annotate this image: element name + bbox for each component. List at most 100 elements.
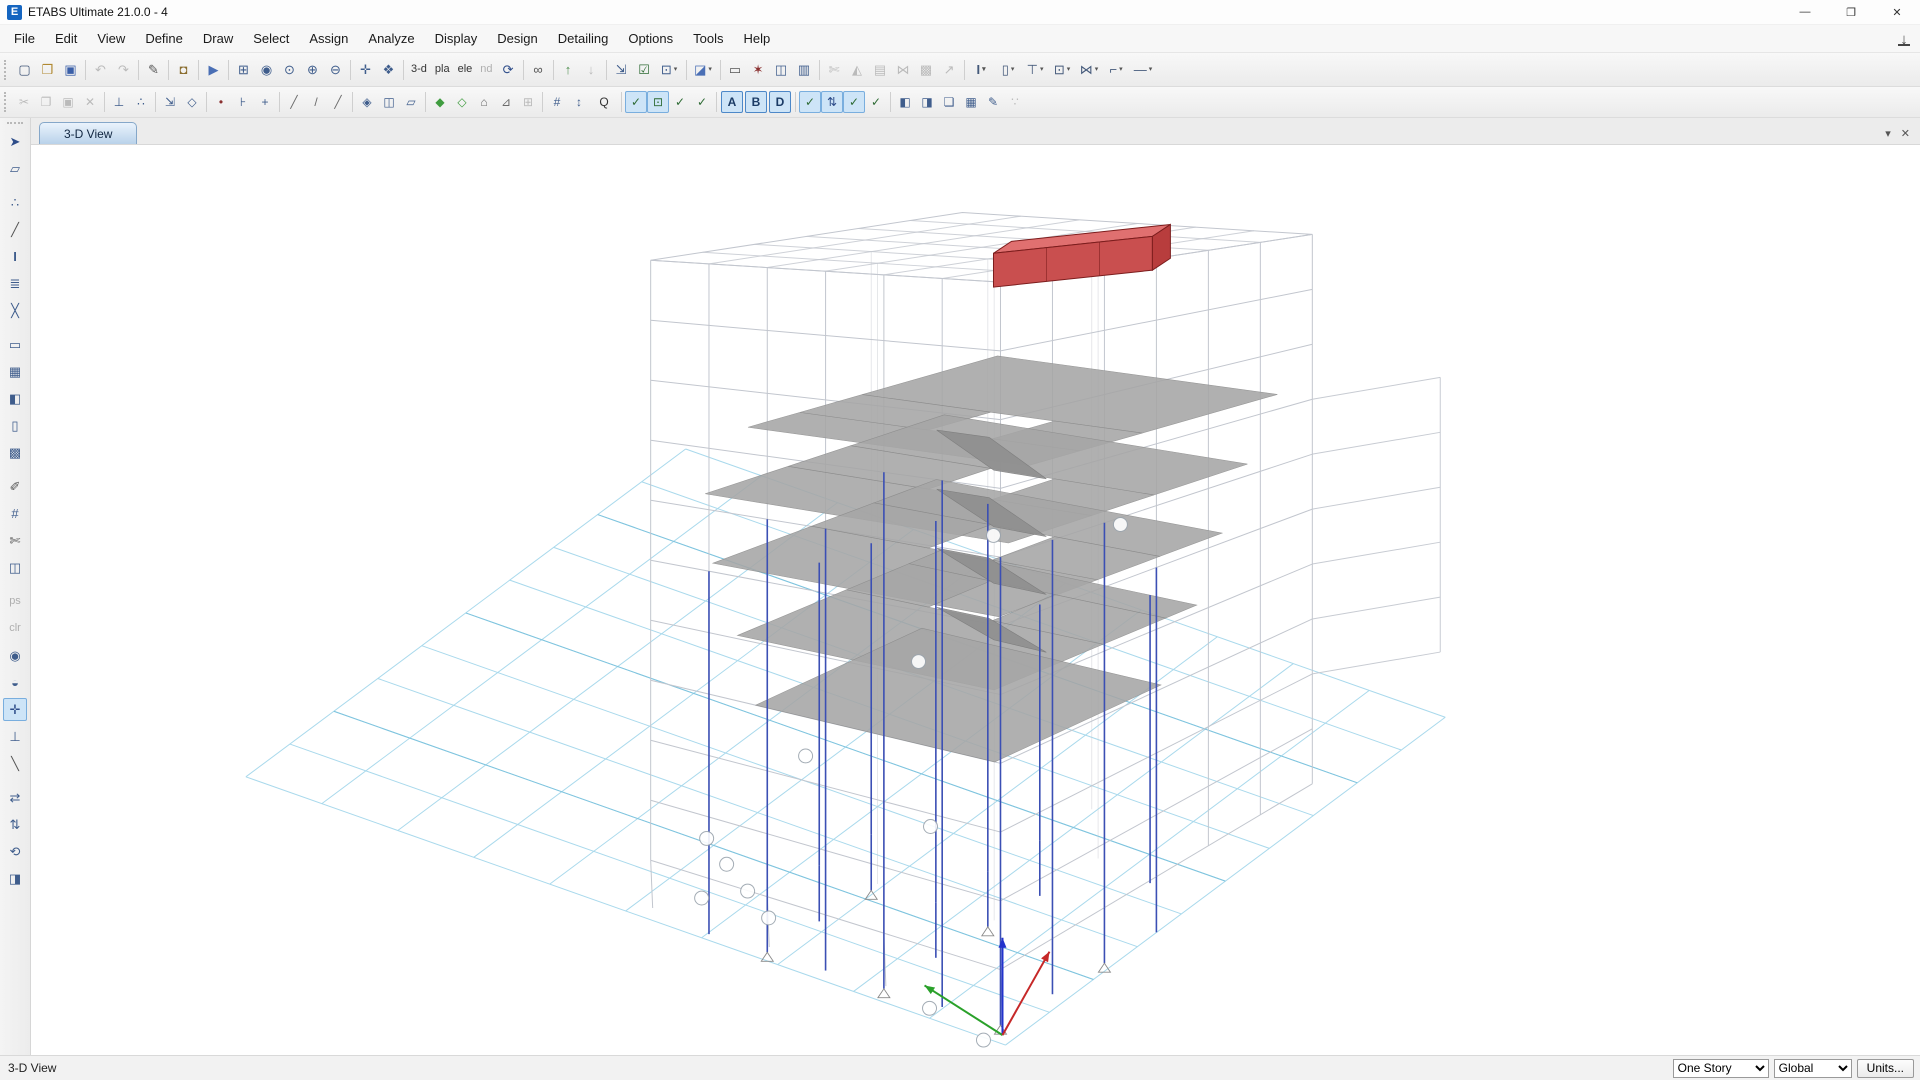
flip-horizontal-tool[interactable]: ⇄ [3,786,27,809]
add-column-dropdown[interactable]: I [968,58,995,81]
rubber-band-zoom-button[interactable]: ⊞ [232,58,255,81]
zoom-in-button[interactable]: ⊕ [301,58,324,81]
draw-section-cut-tool[interactable]: ✄ [3,529,27,552]
draw-floor-tool[interactable]: ▭ [3,333,27,356]
menu-draw[interactable]: Draw [193,27,243,50]
extend-frame-button[interactable]: ╱ [283,91,305,113]
draw-wall-tool[interactable]: ▯ [3,414,27,437]
snap-toggle-midpoints[interactable]: ⊡ [647,91,669,113]
snap-to-intersections-tool[interactable]: ✛ [3,698,27,721]
display-options-dropdown[interactable]: ⊡ [656,58,683,81]
menu-view[interactable]: View [87,27,135,50]
toggle-extrusion[interactable]: ⇅ [821,91,843,113]
flip-vertical-tool[interactable]: ⇅ [3,813,27,836]
join-frames-button[interactable]: + [254,91,276,113]
menu-display[interactable]: Display [425,27,488,50]
image-tool-button[interactable]: ▩ [915,58,938,81]
quick-draw-braces-tool[interactable]: ╳ [3,299,27,322]
snap-toggle-lines[interactable]: ✓ [691,91,713,113]
hatch-view-button[interactable]: ▦ [960,91,982,113]
redo-button[interactable]: ↷ [112,58,135,81]
menu-design[interactable]: Design [487,27,547,50]
zoom-story-button[interactable]: Q [590,91,618,113]
clr-tool[interactable]: clr [0,617,30,640]
grid-options-button[interactable]: # [546,91,568,113]
deck-tool-button[interactable]: ▤ [869,58,892,81]
merge-joints-button[interactable]: ⇲ [159,91,181,113]
quick-draw-beams-tool[interactable]: ≣ [3,272,27,295]
draw-rectangular-floor-tool[interactable]: ▦ [3,360,27,383]
coord-system-selector[interactable]: Global [1774,1059,1852,1078]
quick-draw-wall-tool[interactable]: ▩ [3,441,27,464]
paste-button[interactable]: ▣ [57,91,79,113]
undo-button[interactable]: ↶ [89,58,112,81]
point-info-button[interactable]: ∵ [1004,91,1026,113]
object-shrink-toggle-button[interactable]: ⇲ [610,58,633,81]
snap-to-joints-tool[interactable]: ◉ [3,644,27,667]
draw-dimension-line-tool[interactable]: ✐ [3,475,27,498]
menu-options[interactable]: Options [618,27,683,50]
edit-shape-button[interactable]: ◇ [181,91,203,113]
menu-select[interactable]: Select [243,27,299,50]
tab-close-icon[interactable]: ✕ [1901,127,1910,140]
section-cut-button[interactable]: ✄ [823,58,846,81]
quick-draw-floor-tool[interactable]: ◧ [3,387,27,410]
view-plan-button[interactable]: pla [431,58,454,81]
extrude-right-button[interactable]: ◨ [916,91,938,113]
snap-points-button[interactable]: ∴ [130,91,152,113]
edit-floor-button[interactable]: ◈ [356,91,378,113]
add-link-dropdown[interactable]: — [1130,58,1157,81]
new-model-button[interactable]: ▢ [13,58,36,81]
extrude-left-button[interactable]: ◧ [894,91,916,113]
show-axes-button[interactable]: ✶ [747,58,770,81]
previous-zoom-button[interactable]: ⊙ [278,58,301,81]
toggle-grid-lines[interactable]: ✓ [865,91,887,113]
view-named-button[interactable]: nd [476,58,496,81]
tab-list-chevron-icon[interactable]: ▾ [1885,127,1891,140]
offset-frame-button[interactable]: ╱ [327,91,349,113]
menu-assign[interactable]: Assign [299,27,358,50]
merge-areas-button[interactable]: ▱ [400,91,422,113]
frame-elevation-views-button[interactable]: ◫ [770,58,793,81]
rotate-3d-view-button[interactable]: ⟳ [497,58,520,81]
units-button[interactable]: Units... [1857,1059,1914,1078]
draw-null-area-button[interactable]: ▭ [724,58,747,81]
menu-file[interactable]: File [4,27,45,50]
snap-toggle-endpoints[interactable]: ✓ [625,91,647,113]
minimize-button[interactable]: — [1782,0,1828,24]
area-triangle-button[interactable]: ⊿ [495,91,517,113]
perspective-toggle-button[interactable]: ∞ [527,58,550,81]
transform-tool-button[interactable]: ↗ [938,58,961,81]
view-3d-button[interactable]: 3-d [407,58,431,81]
view-elevation-button[interactable]: ele [454,58,477,81]
save-model-button[interactable]: ▣ [59,58,82,81]
wall-stacks-button[interactable]: ▥ [793,58,816,81]
expand-shrink-areas-button[interactable]: ◫ [378,91,400,113]
bridge-link-tool-button[interactable]: ⋈ [892,58,915,81]
edit-model-button[interactable]: ✎ [142,58,165,81]
3d-model-view[interactable] [31,145,1920,1055]
add-area-by-click-button[interactable]: ◇ [451,91,473,113]
rotate-model-tool[interactable]: ⟲ [3,840,27,863]
delete-button[interactable]: ✕ [79,91,101,113]
windows-similar-button[interactable]: ⊞ [517,91,539,113]
tab-3d-view[interactable]: 3-D View [39,122,137,144]
show-assignments-b-button[interactable]: B [745,91,767,113]
menu-help[interactable]: Help [734,27,781,50]
area-polygon-button[interactable]: ⌂ [473,91,495,113]
toggle-area-fill[interactable]: ✓ [843,91,865,113]
selected-red-box[interactable] [993,224,1170,287]
extrude-view-tool[interactable]: ◨ [3,867,27,890]
add-wall-dropdown[interactable]: ▯ [995,58,1022,81]
draw-frame-tool[interactable]: ╱ [3,218,27,241]
reshape-tool[interactable]: ▱ [3,157,27,180]
snap-toggle-intersections[interactable]: ✓ [669,91,691,113]
add-stair-dropdown[interactable]: ⌐ [1103,58,1130,81]
add-area-button[interactable]: ◆ [429,91,451,113]
add-beam-dropdown[interactable]: ⊤ [1022,58,1049,81]
snap-to-midpoints-tool[interactable]: ◒ [3,671,27,694]
orbit-button[interactable]: ❖ [377,58,400,81]
zoom-out-button[interactable]: ⊖ [324,58,347,81]
menu-tools[interactable]: Tools [683,27,733,50]
snap-to-lines-tool[interactable]: ╲ [3,752,27,775]
